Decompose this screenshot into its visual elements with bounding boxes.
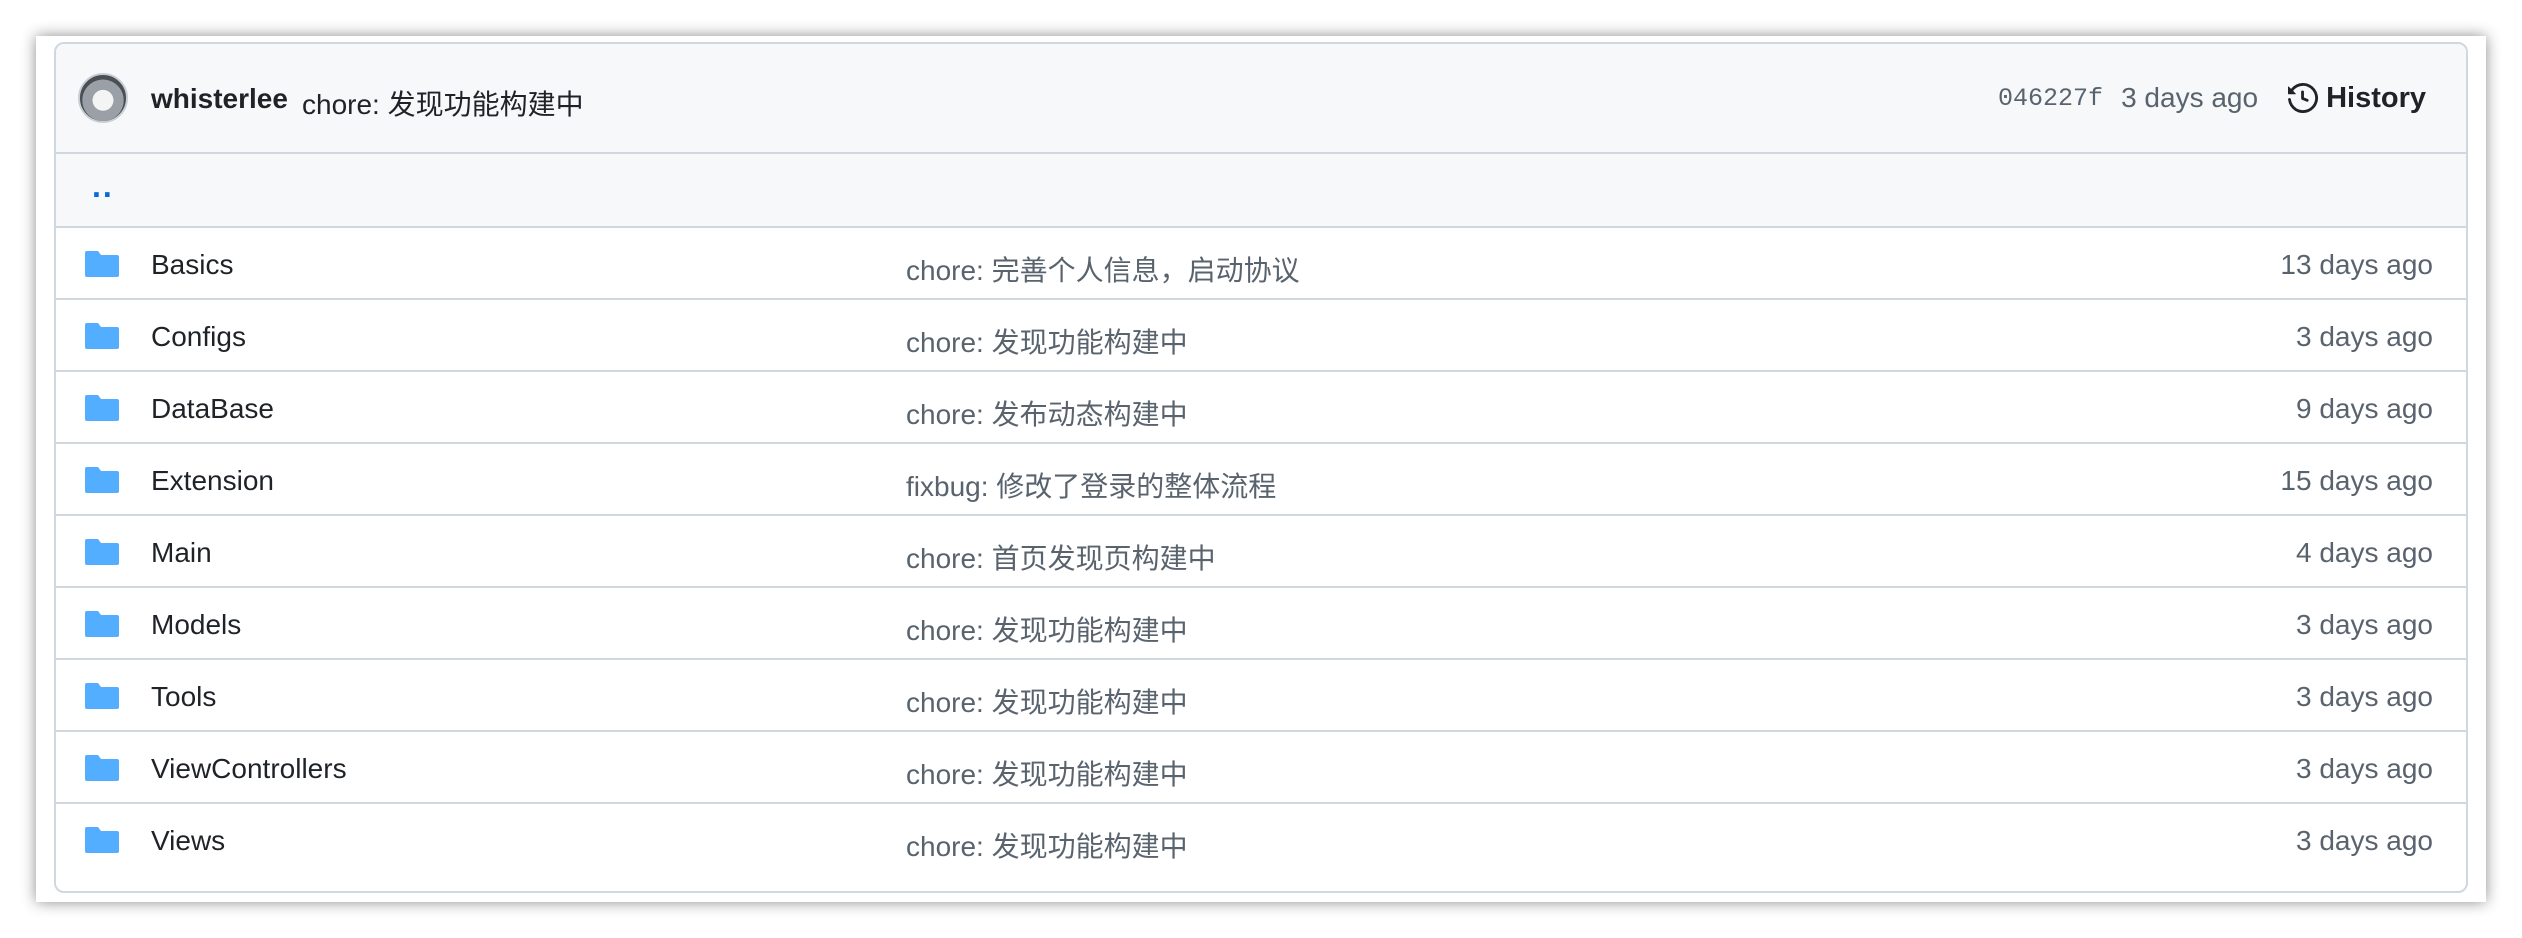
commit-time: 3 days ago: [2296, 681, 2433, 712]
commit-time: 3 days ago: [2296, 321, 2433, 352]
table-row[interactable]: Configs chore: 发现功能构建中 3 days ago: [56, 300, 2466, 372]
table-row[interactable]: Basics chore: 完善个人信息，启动协议 13 days ago: [56, 228, 2466, 300]
commit-message-link[interactable]: chore: 发现功能构建中: [906, 681, 1188, 721]
folder-icon: [85, 251, 119, 282]
file-name-link[interactable]: Views: [151, 825, 225, 857]
table-row[interactable]: Tools chore: 发现功能构建中 3 days ago: [56, 660, 2466, 732]
commit-message-link[interactable]: chore: 发现功能构建中: [906, 609, 1188, 649]
avatar[interactable]: [78, 73, 128, 123]
file-name-link[interactable]: DataBase: [151, 393, 274, 425]
file-name-link[interactable]: ViewControllers: [151, 753, 347, 785]
folder-icon: [85, 395, 119, 426]
latest-commit-bar: whisterlee chore: 发现功能构建中 046227f 3 days…: [56, 44, 2466, 154]
table-row[interactable]: Views chore: 发现功能构建中 3 days ago: [56, 804, 2466, 876]
file-name-link[interactable]: Configs: [151, 321, 246, 353]
commit-time: 3 days ago: [2296, 825, 2433, 856]
folder-icon: [85, 323, 119, 354]
file-name-link[interactable]: Extension: [151, 465, 274, 497]
folder-icon: [85, 611, 119, 642]
folder-icon: [85, 755, 119, 786]
commit-message-link[interactable]: chore: 发现功能构建中: [906, 825, 1188, 865]
commit-meta: 046227f 3 days ago History: [1998, 44, 2426, 152]
file-rows: Basics chore: 完善个人信息，启动协议 13 days ago Confi…: [56, 228, 2466, 876]
commit-message[interactable]: chore: 发现功能构建中: [302, 83, 584, 123]
commit-message-link[interactable]: chore: 发现功能构建中: [906, 753, 1188, 793]
file-name-link[interactable]: Basics: [151, 249, 233, 281]
commit-time: 3 days ago: [2296, 753, 2433, 784]
parent-directory-link[interactable]: ..: [92, 168, 114, 205]
commit-message-link[interactable]: fixbug: 修改了登录的整体流程: [906, 465, 1276, 505]
commit-time: 9 days ago: [2296, 393, 2433, 424]
folder-icon: [85, 827, 119, 858]
table-row[interactable]: Models chore: 发现功能构建中 3 days ago: [56, 588, 2466, 660]
commit-time: 3 days ago: [2296, 609, 2433, 640]
history-button[interactable]: History: [2288, 82, 2426, 115]
file-name-link[interactable]: Models: [151, 609, 241, 641]
history-icon: [2288, 83, 2319, 113]
file-list-box: whisterlee chore: 发现功能构建中 046227f 3 days…: [54, 42, 2468, 893]
file-name-link[interactable]: Tools: [151, 681, 216, 713]
commit-message-link[interactable]: chore: 发布动态构建中: [906, 393, 1188, 433]
commit-message-link[interactable]: chore: 完善个人信息，启动协议: [906, 249, 1300, 289]
commit-time: 4 days ago: [2296, 537, 2433, 568]
history-label: History: [2326, 81, 2426, 114]
folder-icon: [85, 467, 119, 498]
commit-sha[interactable]: 046227f: [1998, 84, 2103, 113]
commit-time: 13 days ago: [2280, 249, 2433, 280]
parent-directory-row[interactable]: ..: [56, 154, 2466, 228]
folder-icon: [85, 683, 119, 714]
table-row[interactable]: Main chore: 首页发现页构建中 4 days ago: [56, 516, 2466, 588]
folder-icon: [85, 539, 119, 570]
commit-message-link[interactable]: chore: 首页发现页构建中: [906, 537, 1216, 577]
table-row[interactable]: Extension fixbug: 修改了登录的整体流程 15 days ago: [56, 444, 2466, 516]
table-row[interactable]: ViewControllers chore: 发现功能构建中 3 days ago: [56, 732, 2466, 804]
file-name-link[interactable]: Main: [151, 537, 212, 569]
commit-time: 15 days ago: [2280, 465, 2433, 496]
commit-message-link[interactable]: chore: 发现功能构建中: [906, 321, 1188, 361]
commit-time: 3 days ago: [2121, 82, 2259, 113]
commit-author[interactable]: whisterlee: [151, 83, 288, 115]
file-browser-window: whisterlee chore: 发现功能构建中 046227f 3 days…: [36, 36, 2486, 902]
table-row[interactable]: DataBase chore: 发布动态构建中 9 days ago: [56, 372, 2466, 444]
